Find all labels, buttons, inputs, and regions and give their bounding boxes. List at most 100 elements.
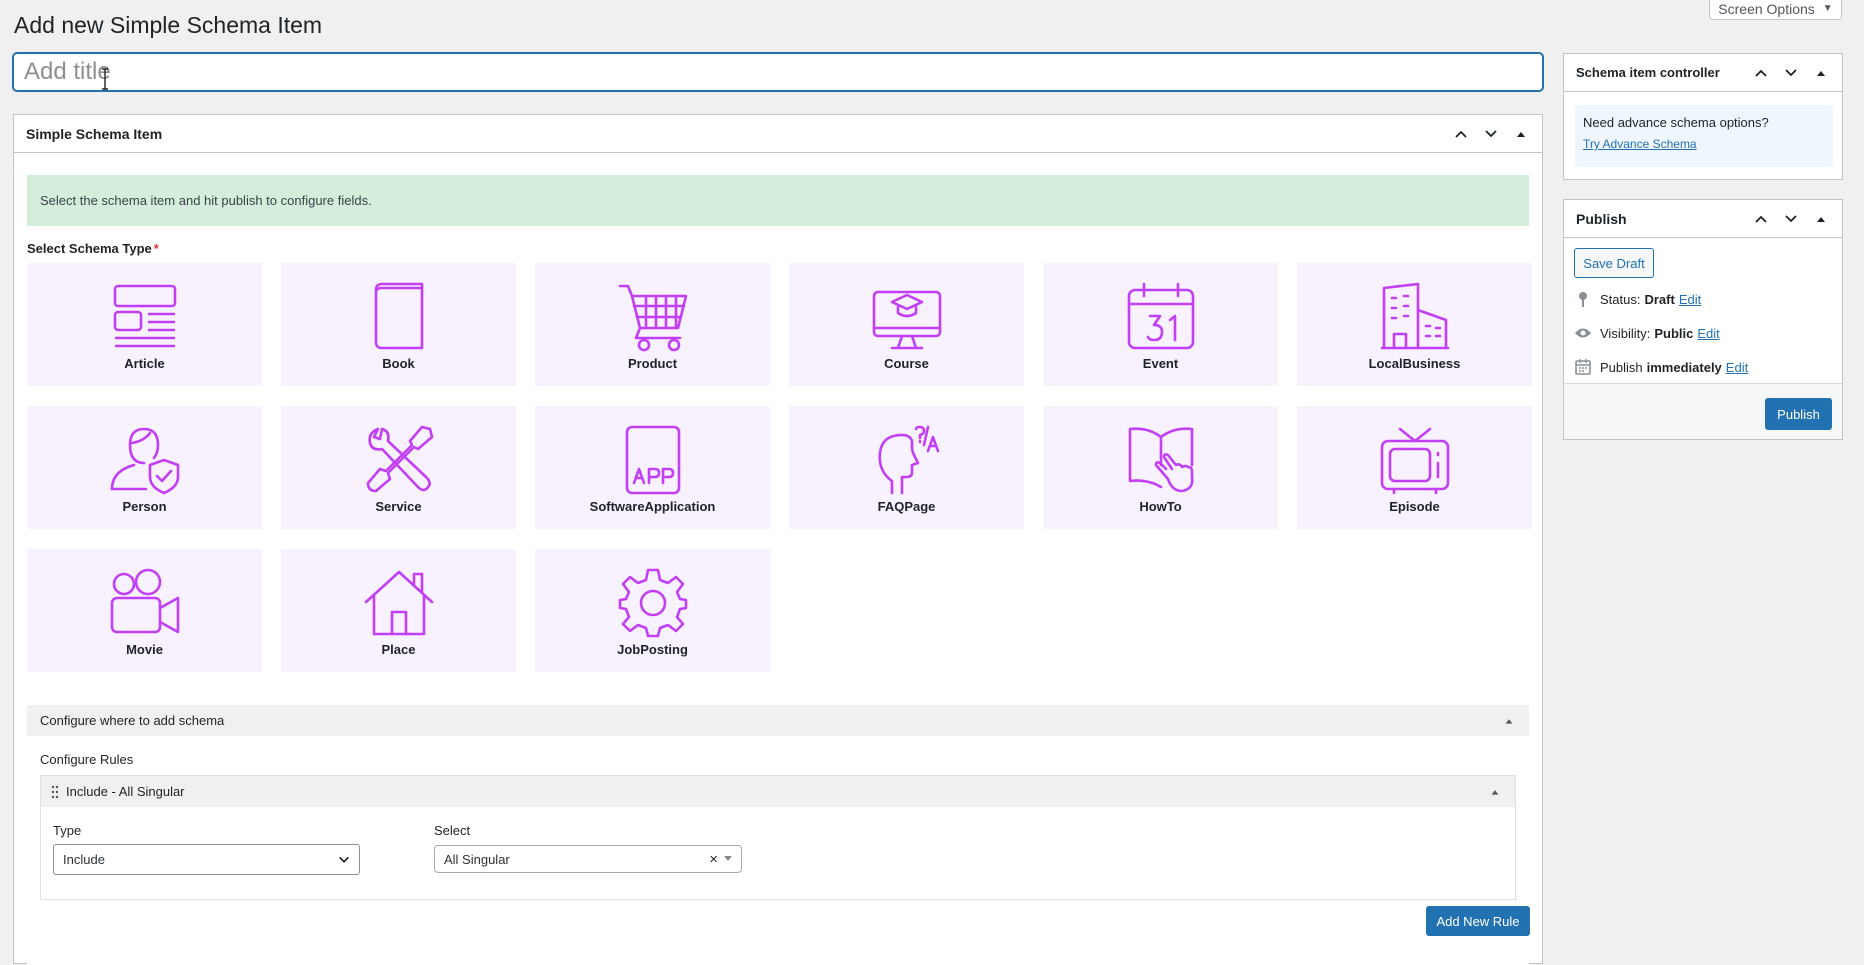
- type-select[interactable]: Include: [53, 844, 360, 875]
- screen-options-label: Screen Options: [1718, 0, 1815, 17]
- triangle-up-icon[interactable]: [1489, 786, 1501, 798]
- publish-button[interactable]: Publish: [1765, 398, 1832, 430]
- tile-label: Article: [124, 356, 165, 371]
- clear-selection-icon[interactable]: ×: [709, 851, 718, 868]
- move-down-button[interactable]: [1778, 60, 1804, 86]
- configure-header[interactable]: Configure where to add schema: [27, 705, 1529, 736]
- required-mark: *: [153, 241, 159, 256]
- tile-label: FAQPage: [877, 499, 936, 514]
- move-up-button[interactable]: [1748, 206, 1774, 232]
- location-select[interactable]: All Singular ×: [434, 845, 742, 873]
- promo-text: Need advance schema options?: [1583, 115, 1769, 130]
- schema-tile-faqpage[interactable]: FAQPage: [789, 406, 1024, 529]
- toggle-panel-button[interactable]: [1808, 60, 1834, 86]
- screen-options-button[interactable]: Screen Options ▼: [1709, 0, 1842, 20]
- schema-tile-jobposting[interactable]: JobPosting: [535, 549, 770, 672]
- tile-label: LocalBusiness: [1368, 356, 1461, 371]
- handle-actions: [1748, 60, 1834, 86]
- try-advance-schema-link[interactable]: Try Advance Schema: [1583, 137, 1825, 151]
- rule-item: Include - All Singular Type Include Sele…: [40, 775, 1516, 900]
- schema-tile-course[interactable]: Course: [789, 263, 1024, 386]
- move-down-button[interactable]: [1778, 206, 1804, 232]
- schema-tile-event[interactable]: Event: [1043, 263, 1278, 386]
- title-input[interactable]: [13, 53, 1543, 91]
- edit-publish-time-link[interactable]: Edit: [1726, 360, 1748, 375]
- schema-tile-article[interactable]: Article: [27, 263, 262, 386]
- schema-tile-book[interactable]: Book: [281, 263, 516, 386]
- house-icon: [364, 568, 434, 638]
- tools-icon: [364, 425, 434, 495]
- tile-label: JobPosting: [617, 642, 688, 657]
- chevron-up-icon: [1755, 215, 1767, 223]
- schema-tile-episode[interactable]: Episode: [1297, 406, 1532, 529]
- location-select-value: All Singular: [444, 851, 510, 867]
- tile-label: Service: [375, 499, 422, 514]
- visibility-value: Public: [1654, 325, 1694, 341]
- schema-tile-person[interactable]: Person: [27, 406, 262, 529]
- postbox-header: Schema item controller: [1564, 54, 1842, 92]
- tile-label: Person: [122, 499, 167, 514]
- schema-tile-howto[interactable]: HowTo: [1043, 406, 1278, 529]
- pin-icon: [1574, 290, 1592, 308]
- schema-tile-movie[interactable]: Movie: [27, 549, 262, 672]
- calendar-icon: [1574, 358, 1592, 376]
- schema-tile-localbusiness[interactable]: LocalBusiness: [1297, 263, 1532, 386]
- tile-label: Event: [1142, 356, 1179, 371]
- schema-tile-place[interactable]: Place: [281, 549, 516, 672]
- triangle-up-icon: [1505, 718, 1513, 724]
- type-select-value: Include: [63, 852, 105, 867]
- notice-message: Select the schema item and hit publish t…: [27, 175, 1529, 226]
- rule-title: Include - All Singular: [66, 784, 185, 799]
- move-up-button[interactable]: [1748, 60, 1774, 86]
- cart-icon: [618, 282, 688, 352]
- move-up-button[interactable]: [1448, 121, 1474, 147]
- tile-label: Episode: [1389, 499, 1440, 514]
- edit-status-link[interactable]: Edit: [1679, 292, 1701, 307]
- toggle-panel-button[interactable]: [1508, 121, 1534, 147]
- buildings-icon: [1380, 282, 1450, 352]
- chevron-down-icon: [339, 856, 349, 863]
- handle-actions: [1748, 206, 1834, 232]
- schema-tile-product[interactable]: Product: [535, 263, 770, 386]
- app-icon: [618, 425, 688, 495]
- visibility-label: Visibility:: [1600, 325, 1651, 341]
- caret-down-icon: [724, 856, 732, 861]
- tile-label: Movie: [126, 642, 163, 657]
- chevron-down-icon: [1785, 214, 1797, 222]
- handle-actions: [1448, 121, 1534, 147]
- tile-label: Product: [627, 356, 678, 371]
- configure-rules-label: Configure Rules: [40, 752, 134, 767]
- status-value: Draft: [1644, 291, 1675, 307]
- schema-tile-softwareapplication[interactable]: SoftwareApplication: [535, 406, 770, 529]
- status-row: Status: Draft Edit: [1574, 290, 1701, 308]
- select-label: Select: [434, 823, 471, 838]
- postbox-header: Simple Schema Item: [14, 115, 1542, 153]
- publish-box: Publish Save Draft Status: Draft Edit Vi…: [1563, 199, 1843, 440]
- postbox-title: Publish: [1576, 210, 1627, 227]
- tile-label: Place: [381, 642, 416, 657]
- schema-tile-service[interactable]: Service: [281, 406, 516, 529]
- advance-schema-promo: Need advance schema options? Try Advance…: [1575, 105, 1833, 167]
- rule-header[interactable]: Include - All Singular: [41, 776, 1515, 807]
- select-schema-type-label: Select Schema Type *: [27, 241, 159, 256]
- tile-label: Course: [884, 356, 929, 371]
- triangle-up-icon: [1517, 131, 1525, 137]
- edit-visibility-link[interactable]: Edit: [1697, 326, 1719, 341]
- save-draft-button[interactable]: Save Draft: [1574, 248, 1654, 278]
- select-controls: ×: [709, 851, 732, 868]
- video-camera-icon: [110, 568, 180, 638]
- toggle-panel-button[interactable]: [1808, 206, 1834, 232]
- postbox-title: Schema item controller: [1576, 65, 1720, 80]
- select-schema-type-text: Select Schema Type: [27, 241, 152, 256]
- configure-schema-section: Configure where to add schema Configure …: [27, 705, 1530, 965]
- postbox-header: Publish: [1564, 200, 1842, 238]
- drag-handle-icon[interactable]: [51, 785, 59, 799]
- type-label: Type: [53, 823, 82, 838]
- tv-icon: [1380, 425, 1450, 495]
- move-down-button[interactable]: [1478, 121, 1504, 147]
- triangle-up-icon: [1817, 216, 1825, 222]
- schema-item-controller-box: Schema item controller Need advance sche…: [1563, 53, 1843, 180]
- add-new-rule-button[interactable]: Add New Rule: [1426, 906, 1530, 936]
- visibility-row: Visibility: Public Edit: [1574, 324, 1720, 342]
- chevron-down-icon: [1485, 129, 1497, 137]
